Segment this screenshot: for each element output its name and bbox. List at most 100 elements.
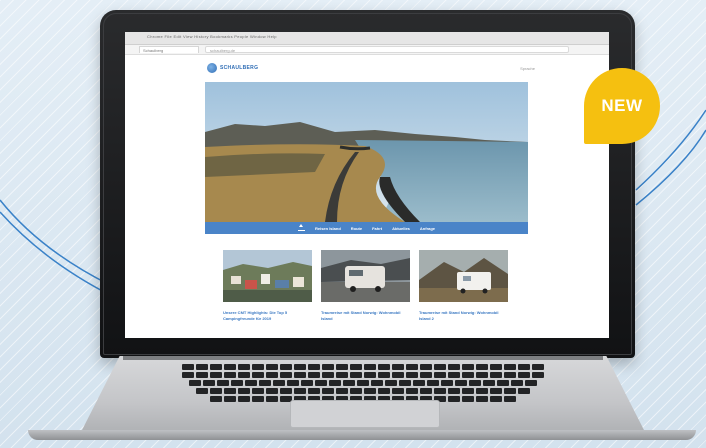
keyboard-key[interactable] [378, 364, 390, 370]
keyboard-key[interactable] [322, 388, 334, 394]
keyboard-key[interactable] [378, 372, 390, 378]
keyboard-key[interactable] [224, 372, 236, 378]
keyboard-key[interactable] [434, 388, 446, 394]
keyboard-key[interactable] [280, 372, 292, 378]
keyboard-key[interactable] [413, 380, 425, 386]
keyboard-key[interactable] [392, 372, 404, 378]
keyboard-key[interactable] [301, 380, 313, 386]
keyboard-key[interactable] [476, 396, 488, 402]
article-title[interactable]: Unsere CMT Highlights: Die Top 5 Camping… [223, 310, 312, 322]
keyboard-key[interactable] [294, 372, 306, 378]
keyboard-key[interactable] [364, 372, 376, 378]
keyboard-key[interactable] [462, 388, 474, 394]
keyboard-key[interactable] [504, 396, 516, 402]
keyboard-key[interactable] [196, 364, 208, 370]
keyboard-key[interactable] [532, 364, 544, 370]
keyboard-key[interactable] [238, 388, 250, 394]
keyboard-key[interactable] [392, 364, 404, 370]
keyboard-key[interactable] [511, 380, 523, 386]
language-selector[interactable]: Sprache [520, 66, 535, 71]
keyboard-key[interactable] [308, 388, 320, 394]
keyboard-key[interactable] [420, 364, 432, 370]
nav-item-anfrage[interactable]: Anfrage [420, 226, 435, 231]
keyboard-key[interactable] [490, 372, 502, 378]
keyboard-key[interactable] [364, 388, 376, 394]
nav-item-route[interactable]: Route [351, 226, 362, 231]
keyboard-key[interactable] [406, 364, 418, 370]
keyboard-key[interactable] [476, 372, 488, 378]
keyboard-key[interactable] [448, 364, 460, 370]
keyboard-key[interactable] [420, 372, 432, 378]
keyboard-key[interactable] [462, 372, 474, 378]
keyboard-key[interactable] [217, 380, 229, 386]
keyboard-key[interactable] [224, 364, 236, 370]
keyboard-key[interactable] [350, 364, 362, 370]
keyboard-key[interactable] [483, 380, 495, 386]
keyboard-key[interactable] [385, 380, 397, 386]
keyboard-key[interactable] [455, 380, 467, 386]
keyboard-key[interactable] [406, 388, 418, 394]
keyboard-key[interactable] [490, 388, 502, 394]
keyboard-key[interactable] [364, 364, 376, 370]
keyboard-key[interactable] [518, 372, 530, 378]
keyboard-key[interactable] [336, 364, 348, 370]
keyboard-key[interactable] [448, 388, 460, 394]
keyboard-key[interactable] [308, 364, 320, 370]
keyboard-key[interactable] [420, 388, 432, 394]
keyboard-key[interactable] [315, 380, 327, 386]
keyboard-key[interactable] [210, 396, 222, 402]
keyboard-key[interactable] [518, 364, 530, 370]
keyboard-key[interactable] [266, 364, 278, 370]
article-card[interactable]: Traumreise mit Stand Norwig: Wohnmobil I… [321, 250, 410, 322]
keyboard-key[interactable] [441, 380, 453, 386]
keyboard-key[interactable] [287, 380, 299, 386]
keyboard-key[interactable] [350, 372, 362, 378]
keyboard-key[interactable] [371, 380, 383, 386]
keyboard-key[interactable] [357, 380, 369, 386]
keyboard-key[interactable] [434, 372, 446, 378]
keyboard-key[interactable] [462, 364, 474, 370]
keyboard-key[interactable] [518, 388, 530, 394]
keyboard-key[interactable] [504, 364, 516, 370]
article-title[interactable]: Traumreise mit Stand Norwig: Wohnmobil I… [321, 310, 410, 322]
keyboard-key[interactable] [448, 372, 460, 378]
keyboard-key[interactable] [406, 372, 418, 378]
browser-tab[interactable]: Schaulberg [139, 46, 199, 53]
keyboard-key[interactable] [196, 388, 208, 394]
keyboard-key[interactable] [266, 388, 278, 394]
keyboard-key[interactable] [182, 364, 194, 370]
keyboard-key[interactable] [280, 364, 292, 370]
site-logo[interactable]: SCHAULBERG [207, 63, 258, 73]
keyboard-key[interactable] [490, 396, 502, 402]
keyboard-key[interactable] [280, 388, 292, 394]
keyboard-key[interactable] [504, 388, 516, 394]
keyboard-key[interactable] [203, 380, 215, 386]
keyboard-key[interactable] [231, 380, 243, 386]
keyboard-key[interactable] [238, 372, 250, 378]
keyboard-key[interactable] [196, 372, 208, 378]
keyboard-key[interactable] [448, 396, 460, 402]
keyboard-key[interactable] [182, 372, 194, 378]
keyboard-key[interactable] [210, 364, 222, 370]
keyboard-key[interactable] [378, 388, 390, 394]
keyboard-key[interactable] [294, 388, 306, 394]
keyboard-key[interactable] [224, 396, 236, 402]
keyboard-key[interactable] [273, 380, 285, 386]
keyboard-key[interactable] [434, 364, 446, 370]
keyboard-key[interactable] [252, 372, 264, 378]
keyboard-key[interactable] [504, 372, 516, 378]
keyboard-key[interactable] [462, 396, 474, 402]
keyboard-key[interactable] [294, 364, 306, 370]
keyboard-key[interactable] [238, 396, 250, 402]
browser-menu-bar[interactable]: Chrome File Edit View History Bookmarks … [147, 34, 277, 39]
keyboard-key[interactable] [350, 388, 362, 394]
keyboard-key[interactable] [308, 372, 320, 378]
keyboard-key[interactable] [476, 388, 488, 394]
url-bar[interactable]: schaulberg.de [205, 46, 569, 53]
keyboard-key[interactable] [525, 380, 537, 386]
keyboard-key[interactable] [210, 388, 222, 394]
keyboard-key[interactable] [266, 396, 278, 402]
keyboard-key[interactable] [238, 364, 250, 370]
keyboard-key[interactable] [329, 380, 341, 386]
keyboard-key[interactable] [189, 380, 201, 386]
